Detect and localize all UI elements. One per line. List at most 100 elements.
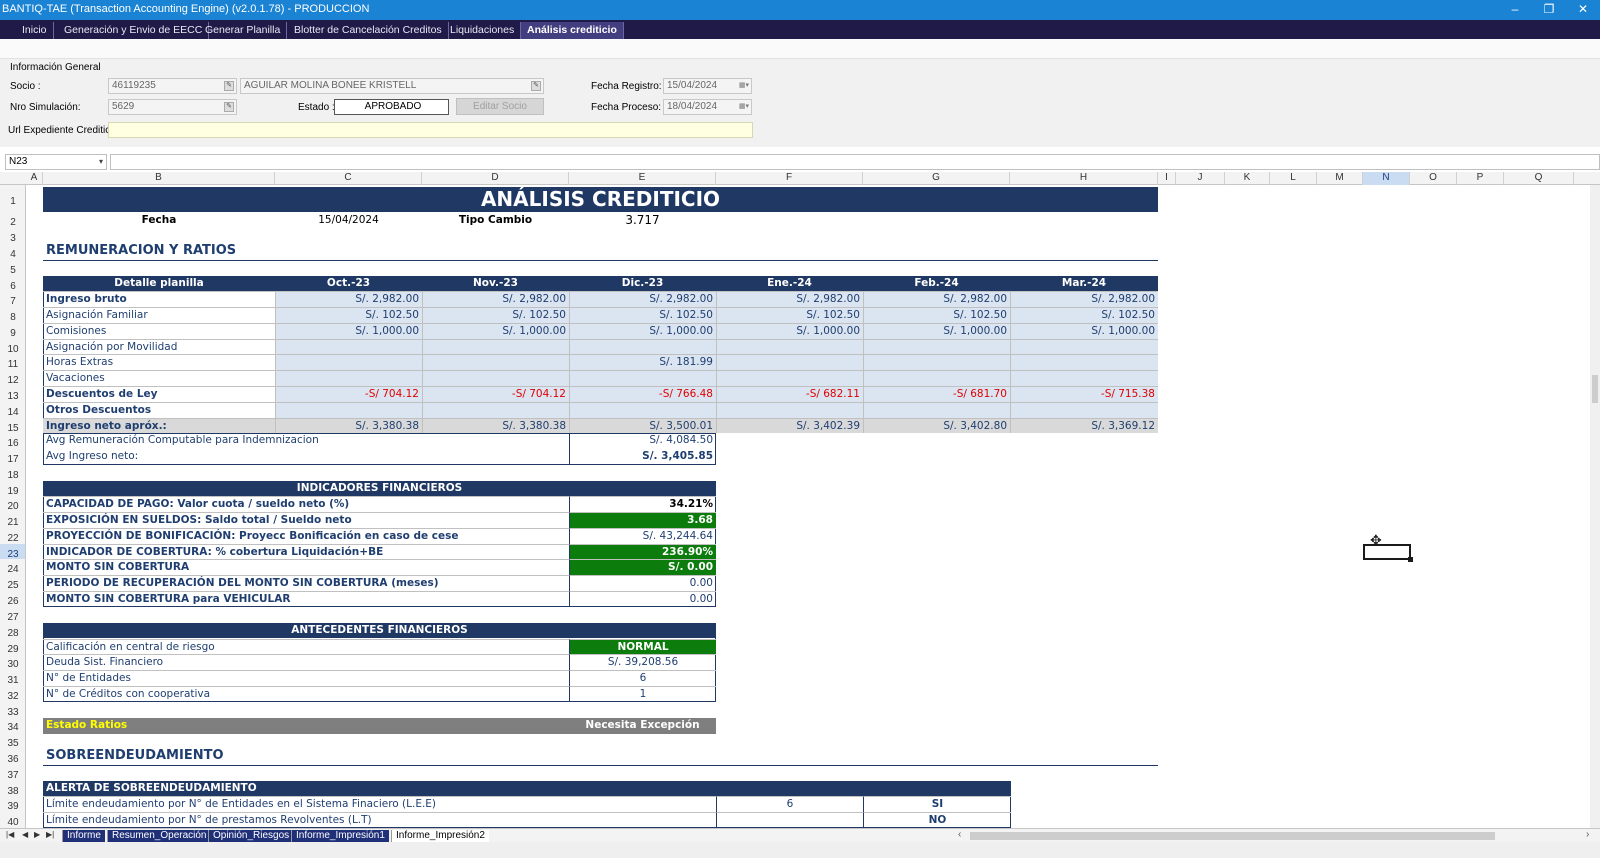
planilla-cell[interactable]: S/. 102.50 (422, 307, 569, 323)
lookup-icon[interactable]: ✎ (531, 81, 541, 91)
fill-handle[interactable] (1408, 557, 1413, 562)
planilla-cell[interactable]: S/. 3,380.38 (422, 418, 569, 433)
planilla-cell[interactable] (569, 339, 716, 354)
row-header-21[interactable]: 21 (0, 512, 25, 528)
planilla-cell[interactable]: S/. 2,982.00 (716, 291, 863, 307)
row-header-8[interactable]: 8 (0, 307, 25, 323)
row-header-24[interactable]: 24 (0, 559, 25, 575)
tab-generacion-eecc[interactable]: Generación y Envio de EECC (58, 22, 210, 39)
indicador-value[interactable]: S/. 43,244.64 (569, 528, 716, 544)
row-header-30[interactable]: 30 (0, 654, 25, 670)
planilla-cell[interactable]: S/. 3,402.39 (716, 418, 863, 433)
tab-blotter-cancelacion[interactable]: Blotter de Cancelación Creditos (288, 22, 449, 39)
row-header-27[interactable]: 27 (0, 607, 25, 623)
row-header-15[interactable]: 15 (0, 418, 25, 434)
calendar-icon[interactable]: ▦▾ (733, 81, 749, 91)
planilla-cell[interactable]: S/. 3,380.38 (275, 418, 422, 433)
planilla-cell[interactable]: -S/ 682.11 (716, 386, 863, 402)
row-header-35[interactable]: 35 (0, 733, 25, 749)
planilla-cell[interactable]: S/. 2,982.00 (863, 291, 1010, 307)
planilla-cell[interactable] (716, 402, 863, 418)
row-header-23[interactable]: 23 (0, 544, 25, 560)
row-header-37[interactable]: 37 (0, 765, 25, 781)
row-header-10[interactable]: 10 (0, 339, 25, 355)
socio-name-field[interactable]: AGUILAR MOLINA BONEE KRISTELL ✎ (240, 78, 544, 94)
column-header-p[interactable]: P (1457, 172, 1504, 185)
column-header-h[interactable]: H (1010, 172, 1158, 185)
row-header-4[interactable]: 4 (0, 244, 25, 260)
column-header-d[interactable]: D (422, 172, 569, 185)
planilla-cell[interactable]: S/. 1,000.00 (275, 323, 422, 339)
column-header-k[interactable]: K (1225, 172, 1270, 185)
planilla-cell[interactable]: -S/ 681.70 (863, 386, 1010, 402)
row-header-2[interactable]: 2 (0, 212, 25, 228)
planilla-cell[interactable] (275, 402, 422, 418)
row-header-19[interactable]: 19 (0, 481, 25, 497)
row-header-5[interactable]: 5 (0, 260, 25, 276)
planilla-cell[interactable]: S/. 1,000.00 (863, 323, 1010, 339)
editar-socio-button[interactable]: Editar Socio (456, 98, 544, 115)
sheet-tab-1[interactable]: Resumen_Operación (107, 830, 211, 842)
estado-ratios-value[interactable]: Necesita Excepción (569, 718, 716, 734)
lookup-icon[interactable]: ✎ (224, 102, 234, 112)
column-header-c[interactable]: C (275, 172, 422, 185)
planilla-cell[interactable]: S/. 1,000.00 (1010, 323, 1158, 339)
planilla-cell[interactable]: S/. 2,982.00 (275, 291, 422, 307)
row-header-40[interactable]: 40 (0, 812, 25, 828)
column-header-o[interactable]: O (1410, 172, 1457, 185)
row-header-26[interactable]: 26 (0, 591, 25, 607)
column-header-m[interactable]: M (1317, 172, 1363, 185)
column-header-i[interactable]: I (1158, 172, 1176, 185)
indicador-value[interactable]: 34.21% (569, 496, 716, 512)
minimize-button[interactable]: – (1498, 0, 1532, 20)
url-expediente-field[interactable] (108, 122, 753, 138)
row-header-33[interactable]: 33 (0, 702, 25, 718)
row-header-38[interactable]: 38 (0, 781, 25, 797)
socio-id-field[interactable]: 46119235 ✎ (108, 78, 237, 94)
row-header-9[interactable]: 9 (0, 323, 25, 339)
tab-inicio[interactable]: Inicio (16, 22, 54, 39)
planilla-cell[interactable] (1010, 370, 1158, 386)
column-header-q[interactable]: Q (1504, 172, 1574, 185)
next-sheet-icon[interactable]: ▶ (34, 830, 40, 839)
planilla-cell[interactable]: S/. 3,402.80 (863, 418, 1010, 433)
prev-sheet-icon[interactable]: ◀ (22, 830, 28, 839)
row-header-22[interactable]: 22 (0, 528, 25, 544)
planilla-cell[interactable] (863, 402, 1010, 418)
row-header-28[interactable]: 28 (0, 623, 25, 639)
planilla-cell[interactable] (863, 370, 1010, 386)
planilla-cell[interactable] (1010, 402, 1158, 418)
scroll-right-icon[interactable]: › (1586, 829, 1589, 840)
planilla-cell[interactable]: S/. 1,000.00 (716, 323, 863, 339)
planilla-cell[interactable]: S/. 1,000.00 (422, 323, 569, 339)
planilla-cell[interactable] (422, 339, 569, 354)
column-header-a[interactable]: A (26, 172, 43, 185)
planilla-cell[interactable]: S/. 102.50 (716, 307, 863, 323)
formula-bar[interactable] (110, 154, 1600, 170)
spreadsheet-grid[interactable]: ANÁLISIS CREDITICIO Fecha 15/04/2024 Tipo C… (26, 185, 1600, 828)
planilla-cell[interactable] (1010, 354, 1158, 370)
restore-button[interactable]: ❐ (1532, 0, 1566, 20)
planilla-cell[interactable] (716, 339, 863, 354)
planilla-cell[interactable]: S/. 2,982.00 (422, 291, 569, 307)
planilla-cell[interactable] (863, 354, 1010, 370)
row-header-12[interactable]: 12 (0, 370, 25, 386)
planilla-cell[interactable]: S/. 2,982.00 (569, 291, 716, 307)
row-header-6[interactable]: 6 (0, 276, 25, 292)
simulacion-field[interactable]: 5629 ✎ (108, 99, 237, 115)
planilla-cell[interactable]: S/. 102.50 (275, 307, 422, 323)
row-header-39[interactable]: 39 (0, 796, 25, 812)
antecedente-value[interactable]: 1 (569, 686, 716, 702)
alerta-value[interactable]: 6 (716, 796, 863, 812)
last-sheet-icon[interactable]: ▶| (46, 830, 54, 839)
row-header-18[interactable]: 18 (0, 465, 25, 481)
sheet-tab-2[interactable]: Opinión_Riesgos (208, 830, 294, 842)
column-header-n[interactable]: N (1363, 172, 1410, 185)
vertical-scrollbar[interactable] (1590, 185, 1600, 828)
sheet-tab-4[interactable]: Informe_Impresión2 (391, 830, 489, 842)
planilla-cell[interactable]: S/. 102.50 (1010, 307, 1158, 323)
row-header-7[interactable]: 7 (0, 291, 25, 307)
planilla-cell[interactable] (422, 402, 569, 418)
alerta-value[interactable] (716, 812, 863, 828)
fecha-registro-field[interactable]: 15/04/2024 ▦▾ (663, 78, 752, 94)
